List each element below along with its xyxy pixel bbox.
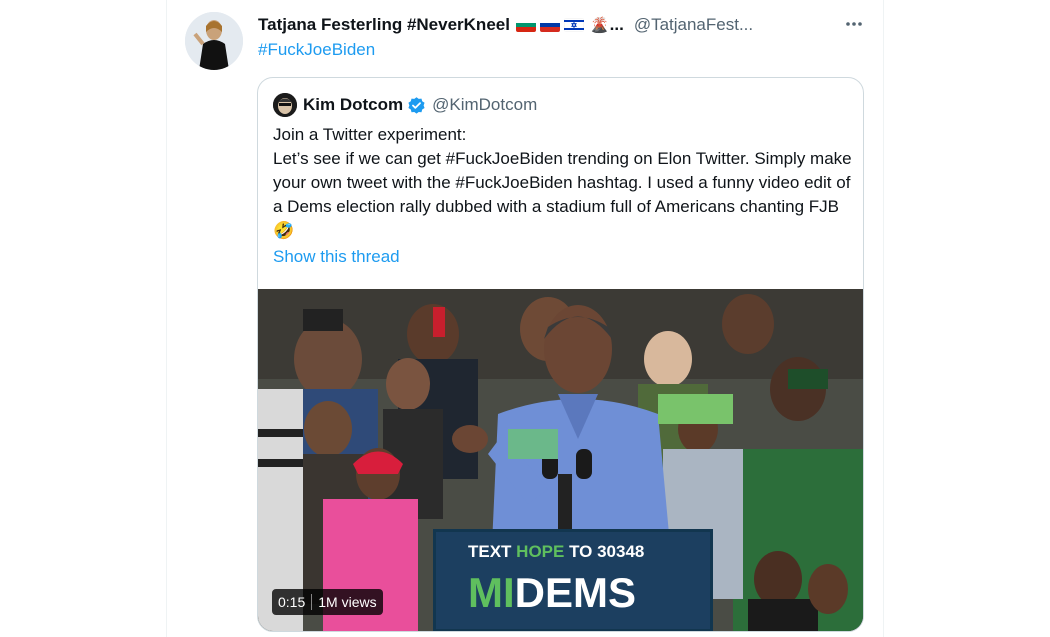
author-name[interactable]: Tatjana Festerling #NeverKneel — [258, 15, 510, 35]
podium-sign-text-1: TEXT HOPE TO 30348 — [468, 542, 644, 561]
badge-divider — [311, 594, 313, 610]
flag-emojis — [515, 18, 584, 32]
quoted-tweet-text: Join a Twitter experiment: Let’s see if … — [273, 123, 853, 243]
video-view-count: 1M views — [318, 594, 377, 610]
quoted-author-name[interactable]: Kim Dotcom — [303, 95, 403, 115]
quoted-author-handle[interactable]: @KimDotcom — [432, 95, 537, 115]
quoted-tweet-line1: Join a Twitter experiment: — [273, 125, 467, 144]
quoted-tweet-header: Kim Dotcom @KimDotcom — [273, 93, 537, 117]
quoted-tweet-card[interactable]: Kim Dotcom @KimDotcom Join a Twitter exp… — [257, 77, 864, 632]
video-thumbnail: TEXT HOPE TO 30348 MIDEMS — [258, 289, 863, 631]
video-player[interactable]: TEXT HOPE TO 30348 MIDEMS 0:15 1M views — [258, 289, 863, 631]
show-thread-link[interactable]: Show this thread — [273, 247, 400, 267]
tweet-hashtag-link[interactable]: #FuckJoeBiden — [258, 40, 375, 60]
tweet-header: Tatjana Festerling #NeverKneel 🌋 ... @Ta… — [258, 12, 753, 38]
bulgaria-flag-icon — [515, 18, 536, 32]
podium-sign-text-2: MIDEMS — [468, 569, 636, 616]
name-truncation: ... — [609, 15, 624, 34]
author-avatar[interactable] — [185, 12, 243, 70]
verified-badge-icon — [407, 96, 426, 115]
quoted-author-avatar[interactable] — [273, 93, 297, 117]
israel-flag-icon — [563, 18, 584, 32]
volcano-emoji-icon: 🌋 — [589, 17, 609, 34]
more-horizontal-icon[interactable] — [842, 12, 866, 36]
quoted-tweet-body: Let’s see if we can get #FuckJoeBiden tr… — [273, 149, 852, 240]
video-stats-badge: 0:15 1M views — [272, 589, 383, 615]
video-duration: 0:15 — [278, 594, 306, 610]
author-handle[interactable]: @TatjanaFest... — [634, 15, 753, 35]
russia-flag-icon — [539, 18, 560, 32]
